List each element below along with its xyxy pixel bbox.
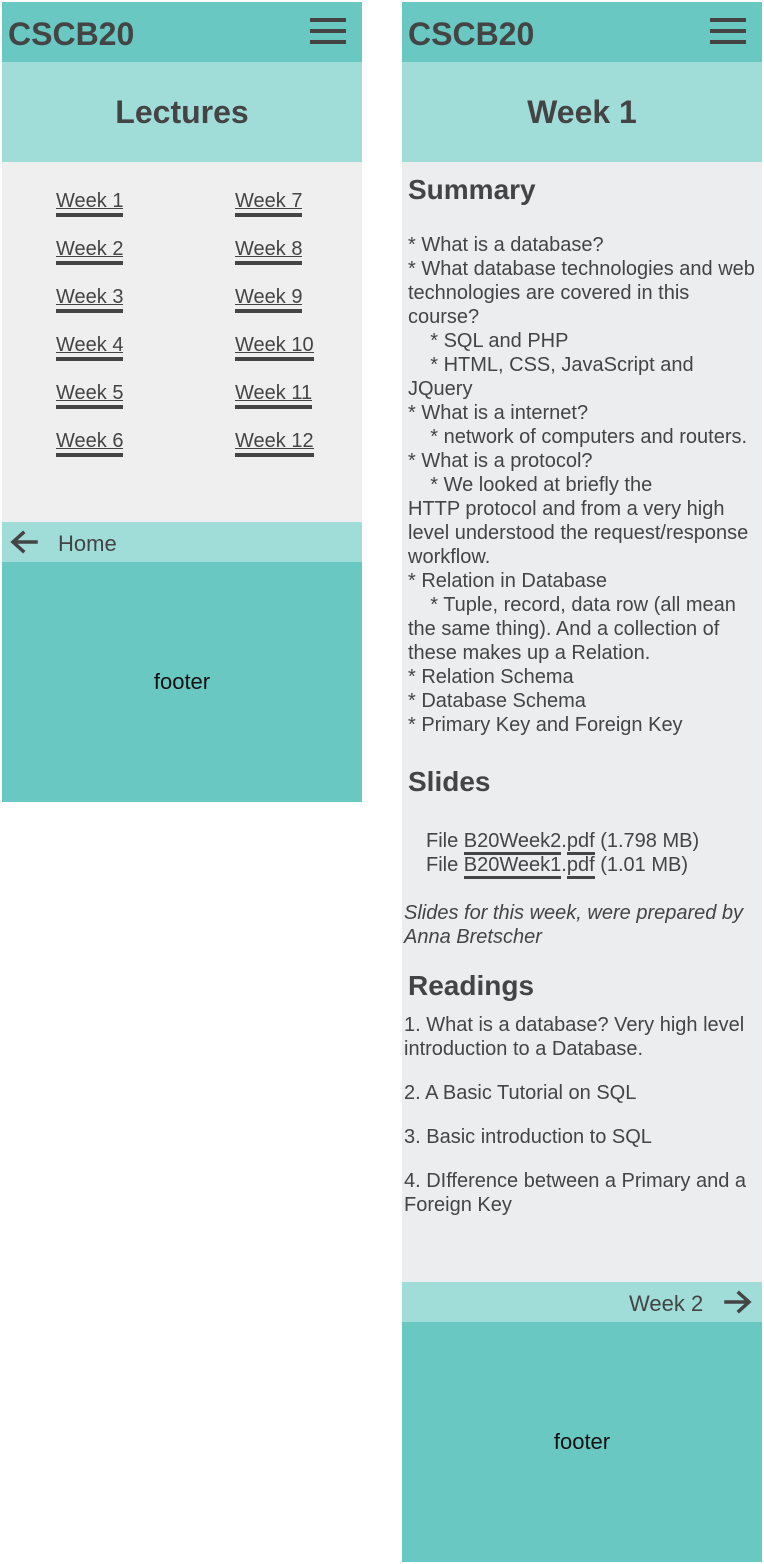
- summary-line: * We looked at briefly the: [408, 474, 653, 496]
- summary-line: * What is a internet?: [408, 402, 589, 424]
- brand-title: CSCB20: [408, 16, 535, 52]
- bottom-nav: Week 2: [402, 1282, 762, 1322]
- slide-file-size: (1.798 MB): [594, 830, 700, 852]
- next-week-link[interactable]: Week 2: [629, 1292, 703, 1316]
- slide-file-item: File B20Week2.pdf (1.798 MB): [426, 829, 700, 855]
- summary-line: these makes up a Relation.: [408, 642, 651, 664]
- hamburger-menu-icon[interactable]: [310, 18, 346, 44]
- brand-title: CSCB20: [8, 16, 135, 52]
- week-link-4[interactable]: Week 4: [56, 333, 124, 361]
- slide-file-size: (1.01 MB): [594, 854, 689, 876]
- reading-item: 3. Basic introduction to SQL: [404, 1126, 652, 1148]
- summary-line: level understood the request/response: [408, 522, 749, 544]
- lectures-page: CSCB20 Lectures Week 1 Week 2 Week 3 Wee…: [2, 2, 362, 802]
- slide-file-item: File B20Week1.pdf (1.01 MB): [426, 853, 689, 879]
- summary-line: * Tuple, record, data row (all mean: [408, 594, 736, 616]
- week-link-6[interactable]: Week 6: [56, 429, 124, 457]
- summary-line: * Primary Key and Foreign Key: [408, 714, 683, 736]
- slide-prefix: File: [426, 854, 464, 876]
- summary-line: * What is a database?: [408, 234, 604, 256]
- page-title: Week 1: [402, 62, 762, 162]
- summary-line: workflow.: [408, 546, 491, 568]
- summary-line: course?: [408, 306, 480, 328]
- slide-file-link[interactable]: B20Week1: [463, 854, 562, 879]
- bottom-nav: Home: [2, 522, 362, 562]
- summary-heading: Summary: [408, 174, 536, 205]
- arrow-right-icon[interactable]: [724, 1290, 752, 1314]
- summary-line: * What database technologies and web: [408, 258, 755, 280]
- week-page: CSCB20 Week 1 Summary * What is a databa…: [402, 2, 762, 1562]
- summary-line: * network of computers and routers.: [408, 426, 748, 448]
- reading-item: 4. DIfference between a Primary and a Fo…: [404, 1170, 747, 1216]
- summary-line: technologies are covered in this: [408, 282, 690, 304]
- summary-line: * What is a protocol?: [408, 450, 593, 472]
- slides-heading: Slides: [408, 766, 491, 797]
- summary-line: HTTP protocol and from a very high: [408, 498, 725, 520]
- footer: footer: [2, 562, 362, 802]
- lecture-list: Week 1 Week 2 Week 3 Week 4 Week 5 Week …: [2, 162, 362, 522]
- week-link-9[interactable]: Week 9: [235, 285, 303, 313]
- slide-file-ext-link[interactable]: pdf: [566, 854, 595, 879]
- week-link-11[interactable]: Week 11: [235, 381, 313, 409]
- summary-line: * SQL and PHP: [408, 330, 569, 352]
- footer: footer: [402, 1322, 762, 1562]
- header: CSCB20: [402, 2, 762, 62]
- reading-item: 1. What is a database? Very high level i…: [404, 1014, 745, 1060]
- slide-prefix: File: [426, 830, 464, 852]
- slide-file-link[interactable]: B20Week2: [463, 830, 562, 855]
- week-link-1[interactable]: Week 1: [56, 189, 124, 217]
- week-link-2[interactable]: Week 2: [56, 237, 124, 265]
- hamburger-menu-icon[interactable]: [710, 18, 746, 44]
- summary-line: the same thing). And a collection of: [408, 618, 720, 640]
- week-link-5[interactable]: Week 5: [56, 381, 124, 409]
- header: CSCB20: [2, 2, 362, 62]
- summary-line: JQuery: [408, 378, 473, 400]
- summary-line: * Relation Schema: [408, 666, 574, 688]
- slides-credit: Slides for this week, were prepared by A…: [404, 902, 744, 948]
- reading-item: 2. A Basic Tutorial on SQL: [404, 1082, 637, 1104]
- week-link-3[interactable]: Week 3: [56, 285, 124, 313]
- summary-line: * HTML, CSS, JavaScript and: [408, 354, 694, 376]
- summary-line: * Relation in Database: [408, 570, 608, 592]
- home-link[interactable]: Home: [58, 532, 117, 556]
- arrow-left-icon[interactable]: [10, 530, 38, 554]
- slide-file-ext-link[interactable]: pdf: [566, 830, 595, 855]
- page-title: Lectures: [2, 62, 362, 162]
- week-link-8[interactable]: Week 8: [235, 237, 303, 265]
- week-link-12[interactable]: Week 12: [235, 429, 314, 457]
- week-link-10[interactable]: Week 10: [235, 333, 314, 361]
- week-content: Summary * What is a database? * What data…: [402, 162, 762, 1282]
- readings-heading: Readings: [408, 970, 535, 1001]
- summary-line: * Database Schema: [408, 690, 586, 712]
- week-link-7[interactable]: Week 7: [235, 189, 303, 217]
